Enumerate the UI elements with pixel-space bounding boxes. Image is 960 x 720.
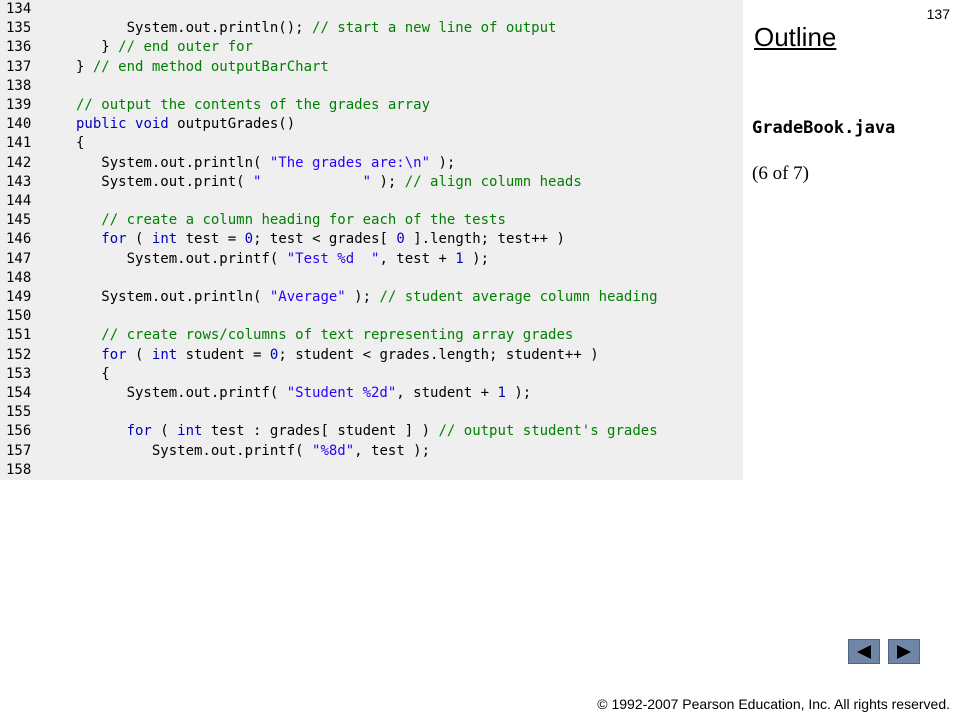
next-slide-button[interactable] [888, 639, 920, 664]
code-listing: 134 135 System.out.println(); // start a … [0, 0, 743, 480]
code-line: 134 [0, 0, 76, 19]
code-text: { [76, 365, 110, 382]
code-text: System.out.println( "The grades are:\n" … [76, 154, 456, 171]
previous-slide-button[interactable] [848, 639, 880, 664]
line-number: 154 [6, 385, 32, 401]
code-line: 135 System.out.println(); // start a new… [0, 19, 556, 38]
line-number: 136 [6, 39, 32, 56]
code-line: 158 [0, 461, 76, 480]
code-line: 148 [0, 269, 76, 288]
line-number: 150 [6, 308, 32, 325]
code-text: for ( int student = 0; student < grades.… [101, 346, 599, 363]
code-line: 150 [0, 307, 76, 326]
code-line: 153 { [0, 365, 110, 384]
code-text: for ( int test : grades[ student ] ) // … [126, 423, 658, 440]
code-line: 149 System.out.println( "Average" ); // … [0, 288, 658, 307]
code-line: 141 { [0, 134, 84, 153]
code-text: System.out.printf( "Test %d ", test + 1 … [76, 250, 490, 267]
code-text: // create a column heading for each of t… [101, 212, 506, 229]
code-text: { [76, 135, 85, 152]
code-line: 136 } // end outer for [0, 38, 253, 57]
line-number: 151 [6, 327, 32, 344]
line-number: 147 [6, 250, 32, 267]
code-text: System.out.println(); // start a new lin… [76, 20, 557, 37]
line-number: 156 [6, 423, 32, 440]
code-line: 147 System.out.printf( "Test %d ", test … [0, 250, 489, 269]
code-text: // output the contents of the grades arr… [76, 97, 431, 113]
part-label: (6 of 7) [752, 163, 809, 184]
code-text: // create rows/columns of text represent… [101, 327, 574, 344]
code-line: 145 // create a column heading for each … [0, 211, 506, 230]
code-line: 157 System.out.printf( "%8d", test ); [0, 442, 430, 461]
code-line: 142 System.out.println( "The grades are:… [0, 154, 455, 173]
code-line: 138 [0, 77, 76, 96]
line-number: 134 [6, 1, 32, 17]
line-number: 157 [6, 442, 32, 459]
code-line: 139 // output the contents of the grades … [0, 96, 430, 115]
line-number: 137 [6, 58, 32, 75]
line-number: 153 [6, 365, 32, 382]
code-text: } // end method outputBarChart [76, 58, 329, 75]
outline-title[interactable]: Outline [754, 22, 836, 53]
code-line: 156 for ( int test : grades[ student ] )… [0, 422, 658, 441]
line-number: 155 [6, 404, 32, 421]
line-number: 144 [6, 193, 32, 209]
code-text: System.out.println( "Average" ); // stud… [76, 289, 658, 305]
code-line: 144 [0, 192, 76, 211]
line-number: 140 [6, 116, 32, 133]
code-line: 152 for ( int student = 0; student < gra… [0, 346, 599, 365]
code-line: 143 System.out.print( " " ); // align co… [0, 173, 582, 192]
code-text: } // end outer for [76, 39, 254, 56]
copyright-notice: © 1992-2007 Pearson Education, Inc. All … [597, 696, 950, 712]
file-name: GradeBook.java [752, 118, 896, 138]
line-number: 149 [6, 289, 32, 305]
code-line: 146 for ( int test = 0; test < grades[ 0… [0, 230, 565, 249]
code-text: System.out.print( " " ); // align column… [76, 173, 582, 190]
code-text: System.out.printf( "Student %2d", studen… [76, 385, 532, 401]
code-text: System.out.printf( "%8d", test ); [76, 442, 431, 459]
code-line: 154 System.out.printf( "Student %2d", st… [0, 384, 531, 403]
code-text: for ( int test = 0; test < grades[ 0 ].l… [101, 231, 565, 248]
line-number: 141 [6, 135, 32, 152]
line-number: 142 [6, 154, 32, 171]
line-number: 146 [6, 231, 32, 248]
code-text: public void outputGrades() [76, 116, 296, 133]
line-number: 148 [6, 269, 32, 286]
code-line: 155 [0, 403, 76, 422]
line-number: 145 [6, 212, 32, 229]
line-number: 138 [6, 77, 32, 94]
code-line: 137 } // end method outputBarChart [0, 58, 329, 77]
code-line: 151 // create rows/columns of text repre… [0, 326, 573, 345]
line-number: 143 [6, 173, 32, 190]
triangle-left-icon [857, 644, 871, 659]
line-number: 152 [6, 346, 32, 363]
line-number: 139 [6, 97, 32, 113]
triangle-right-icon [897, 644, 911, 659]
line-number: 135 [6, 20, 32, 37]
line-number: 158 [6, 461, 32, 478]
code-line: 140 public void outputGrades() [0, 115, 295, 134]
page-number: 137 [926, 6, 950, 22]
